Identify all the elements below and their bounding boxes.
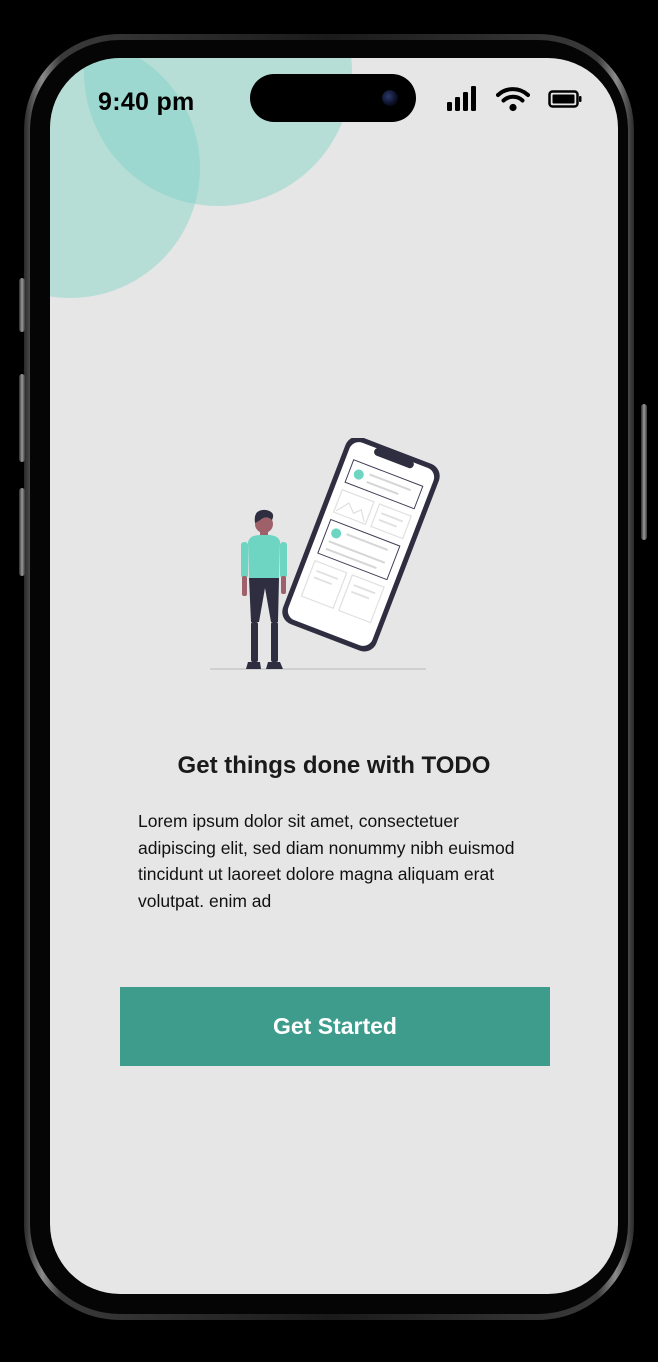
onboarding-title: Get things done with TODO: [177, 752, 491, 779]
battery-icon: [548, 90, 582, 108]
status-time: 9:40 pm: [98, 88, 195, 116]
person-with-phone-illustration: [210, 438, 440, 670]
wifi-icon: [496, 87, 530, 112]
app-screen: 9:40 pm Get things done with TODO Lorem …: [50, 58, 618, 1294]
get-started-button[interactable]: Get Started: [120, 987, 550, 1066]
onboarding-description: Lorem ipsum dolor sit amet, consectetuer…: [138, 811, 515, 911]
cellular-signal-icon: [447, 86, 476, 111]
power-button: [641, 404, 647, 540]
volume-up-button: [19, 374, 25, 462]
front-camera-icon: [382, 90, 398, 106]
silent-switch: [19, 278, 25, 332]
volume-down-button: [19, 488, 25, 576]
dynamic-island: [250, 74, 416, 122]
status-icons: [446, 86, 582, 112]
